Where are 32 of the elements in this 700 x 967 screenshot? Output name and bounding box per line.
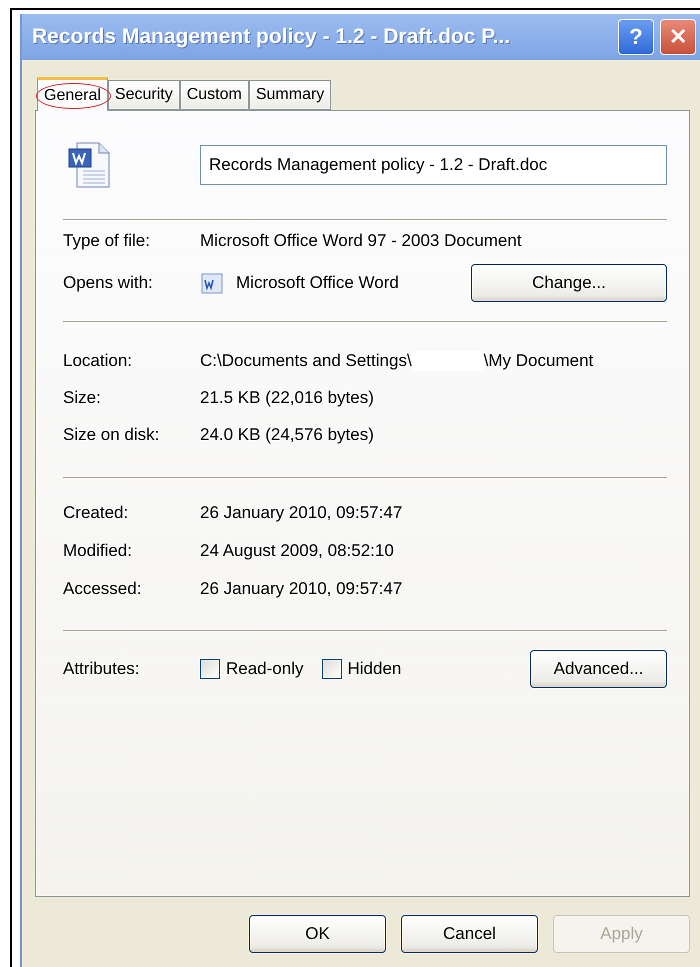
field-label: Type of file: xyxy=(63,231,151,251)
field-label: Location: xyxy=(63,350,133,370)
field-value: Microsoft Office Word 97 - 2003 Document xyxy=(200,231,522,251)
field-value: 24 August 2009, 08:52:10 xyxy=(200,541,394,561)
dialog-button[interactable]: Cancel xyxy=(401,915,538,953)
field-label: Opens with: xyxy=(63,273,154,293)
document-icon xyxy=(200,271,224,295)
window-title: Records Management policy - 1.2 - Draft.doc P... xyxy=(32,25,512,49)
attribute-checkbox[interactable]: Hidden xyxy=(322,659,402,679)
field-value: 26 January 2010, 09:57:47 xyxy=(200,579,402,599)
field-value: C:\Documents and Settings\ xyxy=(200,350,412,370)
field-label: Attributes: xyxy=(63,659,141,679)
document-icon xyxy=(67,141,111,189)
tab[interactable]: Security xyxy=(108,80,180,110)
field-label: Size on disk: xyxy=(63,424,160,444)
tab[interactable]: Summary xyxy=(248,80,332,110)
field-label: Modified: xyxy=(63,541,133,561)
dialog-button[interactable]: OK xyxy=(249,915,386,953)
file-name-field[interactable]: Records Management policy - 1.2 - Draft.doc xyxy=(200,145,667,185)
field-value: 26 January 2010, 09:57:47 xyxy=(200,503,402,523)
attribute-checkbox[interactable]: Read-only xyxy=(200,659,304,679)
tab[interactable]: General xyxy=(37,77,108,111)
field-value: Microsoft Office Word xyxy=(236,273,399,293)
field-value: 24.0 KB (24,576 bytes) xyxy=(200,424,374,444)
field-value: \My Document xyxy=(484,350,594,370)
field-label: Size: xyxy=(63,388,102,408)
change-button[interactable]: Change... xyxy=(471,264,667,302)
field-label: Created: xyxy=(63,503,130,523)
advanced-button[interactable]: Advanced... xyxy=(530,650,667,688)
field-value: 21.5 KB (22,016 bytes) xyxy=(200,388,374,408)
field-label: Accessed: xyxy=(63,579,142,599)
tab[interactable]: Custom xyxy=(180,80,249,110)
